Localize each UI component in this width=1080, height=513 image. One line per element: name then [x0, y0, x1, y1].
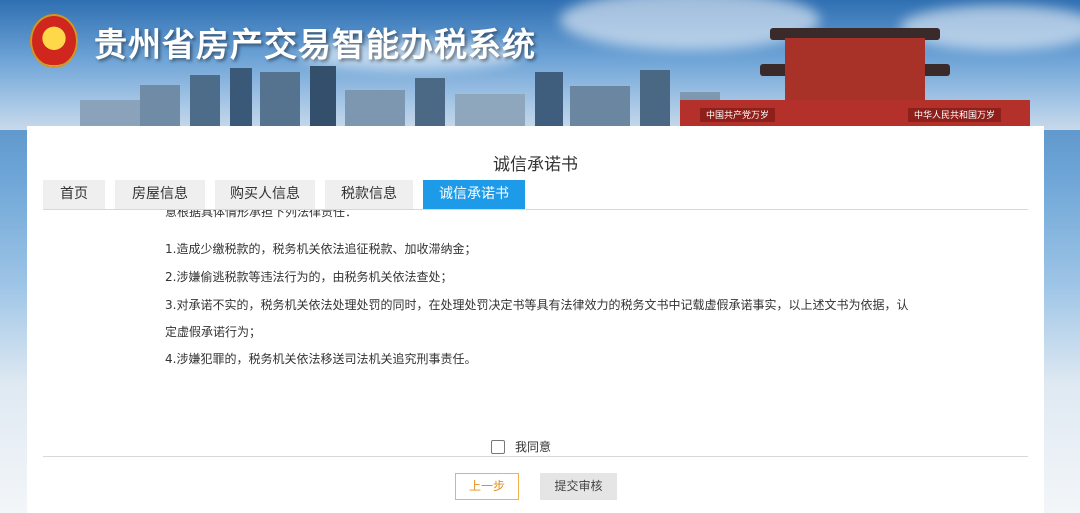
tab-buyer-info[interactable]: 购买人信息 — [215, 180, 315, 209]
footer-divider — [43, 456, 1028, 457]
commitment-line: 1.造成少缴税款的，税务机关依法追征税款、加收滞纳金； — [165, 242, 477, 256]
gate-tower — [785, 38, 925, 100]
commitment-text-area[interactable]: 意根据具体情形承担下列法律责任： 1.造成少缴税款的，税务机关依法追征税款、加收… — [165, 210, 925, 380]
submit-review-button[interactable]: 提交审核 — [540, 473, 617, 500]
city-skyline-image — [80, 60, 720, 130]
commitment-line: 定虚假承诺行为； — [165, 325, 262, 339]
gate-sign-left: 中国共产党万岁 — [700, 108, 776, 122]
prev-step-button[interactable]: 上一步 — [455, 473, 519, 500]
national-emblem-icon: ★ — [30, 14, 78, 68]
agree-checkbox[interactable] — [491, 439, 505, 454]
main-panel: 诚信承诺书 首页 房屋信息 购买人信息 税款信息 诚信承诺书 意根据具体情形承担… — [27, 126, 1044, 513]
header-banner: 中国共产党万岁 中华人民共和国万岁 ★ 贵州省房产交易智能办税系统 — [0, 0, 1080, 130]
agree-label[interactable]: 我同意 — [515, 438, 551, 455]
tab-tax-info[interactable]: 税款信息 — [325, 180, 413, 209]
page-title: 诚信承诺书 — [493, 155, 578, 175]
tab-bar: 首页 房屋信息 购买人信息 税款信息 诚信承诺书 — [43, 180, 535, 209]
agree-row: 我同意 — [491, 438, 551, 455]
tab-house-info[interactable]: 房屋信息 — [115, 180, 205, 209]
tab-integrity-commitment[interactable]: 诚信承诺书 — [423, 180, 525, 209]
site-title: 贵州省房产交易智能办税系统 — [94, 25, 536, 64]
commitment-line: 4.涉嫌犯罪的，税务机关依法移送司法机关追究刑事责任。 — [165, 352, 477, 366]
commitment-line: 2.涉嫌偷逃税款等违法行为的，由税务机关依法查处； — [165, 270, 453, 284]
tab-home[interactable]: 首页 — [43, 180, 105, 209]
gate-sign-right: 中华人民共和国万岁 — [908, 108, 1002, 122]
commitment-line: 意根据具体情形承担下列法律责任： — [165, 210, 358, 219]
commitment-line: 3.对承诺不实的，税务机关依法处理处罚的同时，在处理处罚决定书等具有法律效力的税… — [165, 298, 909, 312]
tiananmen-gate-image: 中国共产党万岁 中华人民共和国万岁 — [680, 20, 1030, 130]
